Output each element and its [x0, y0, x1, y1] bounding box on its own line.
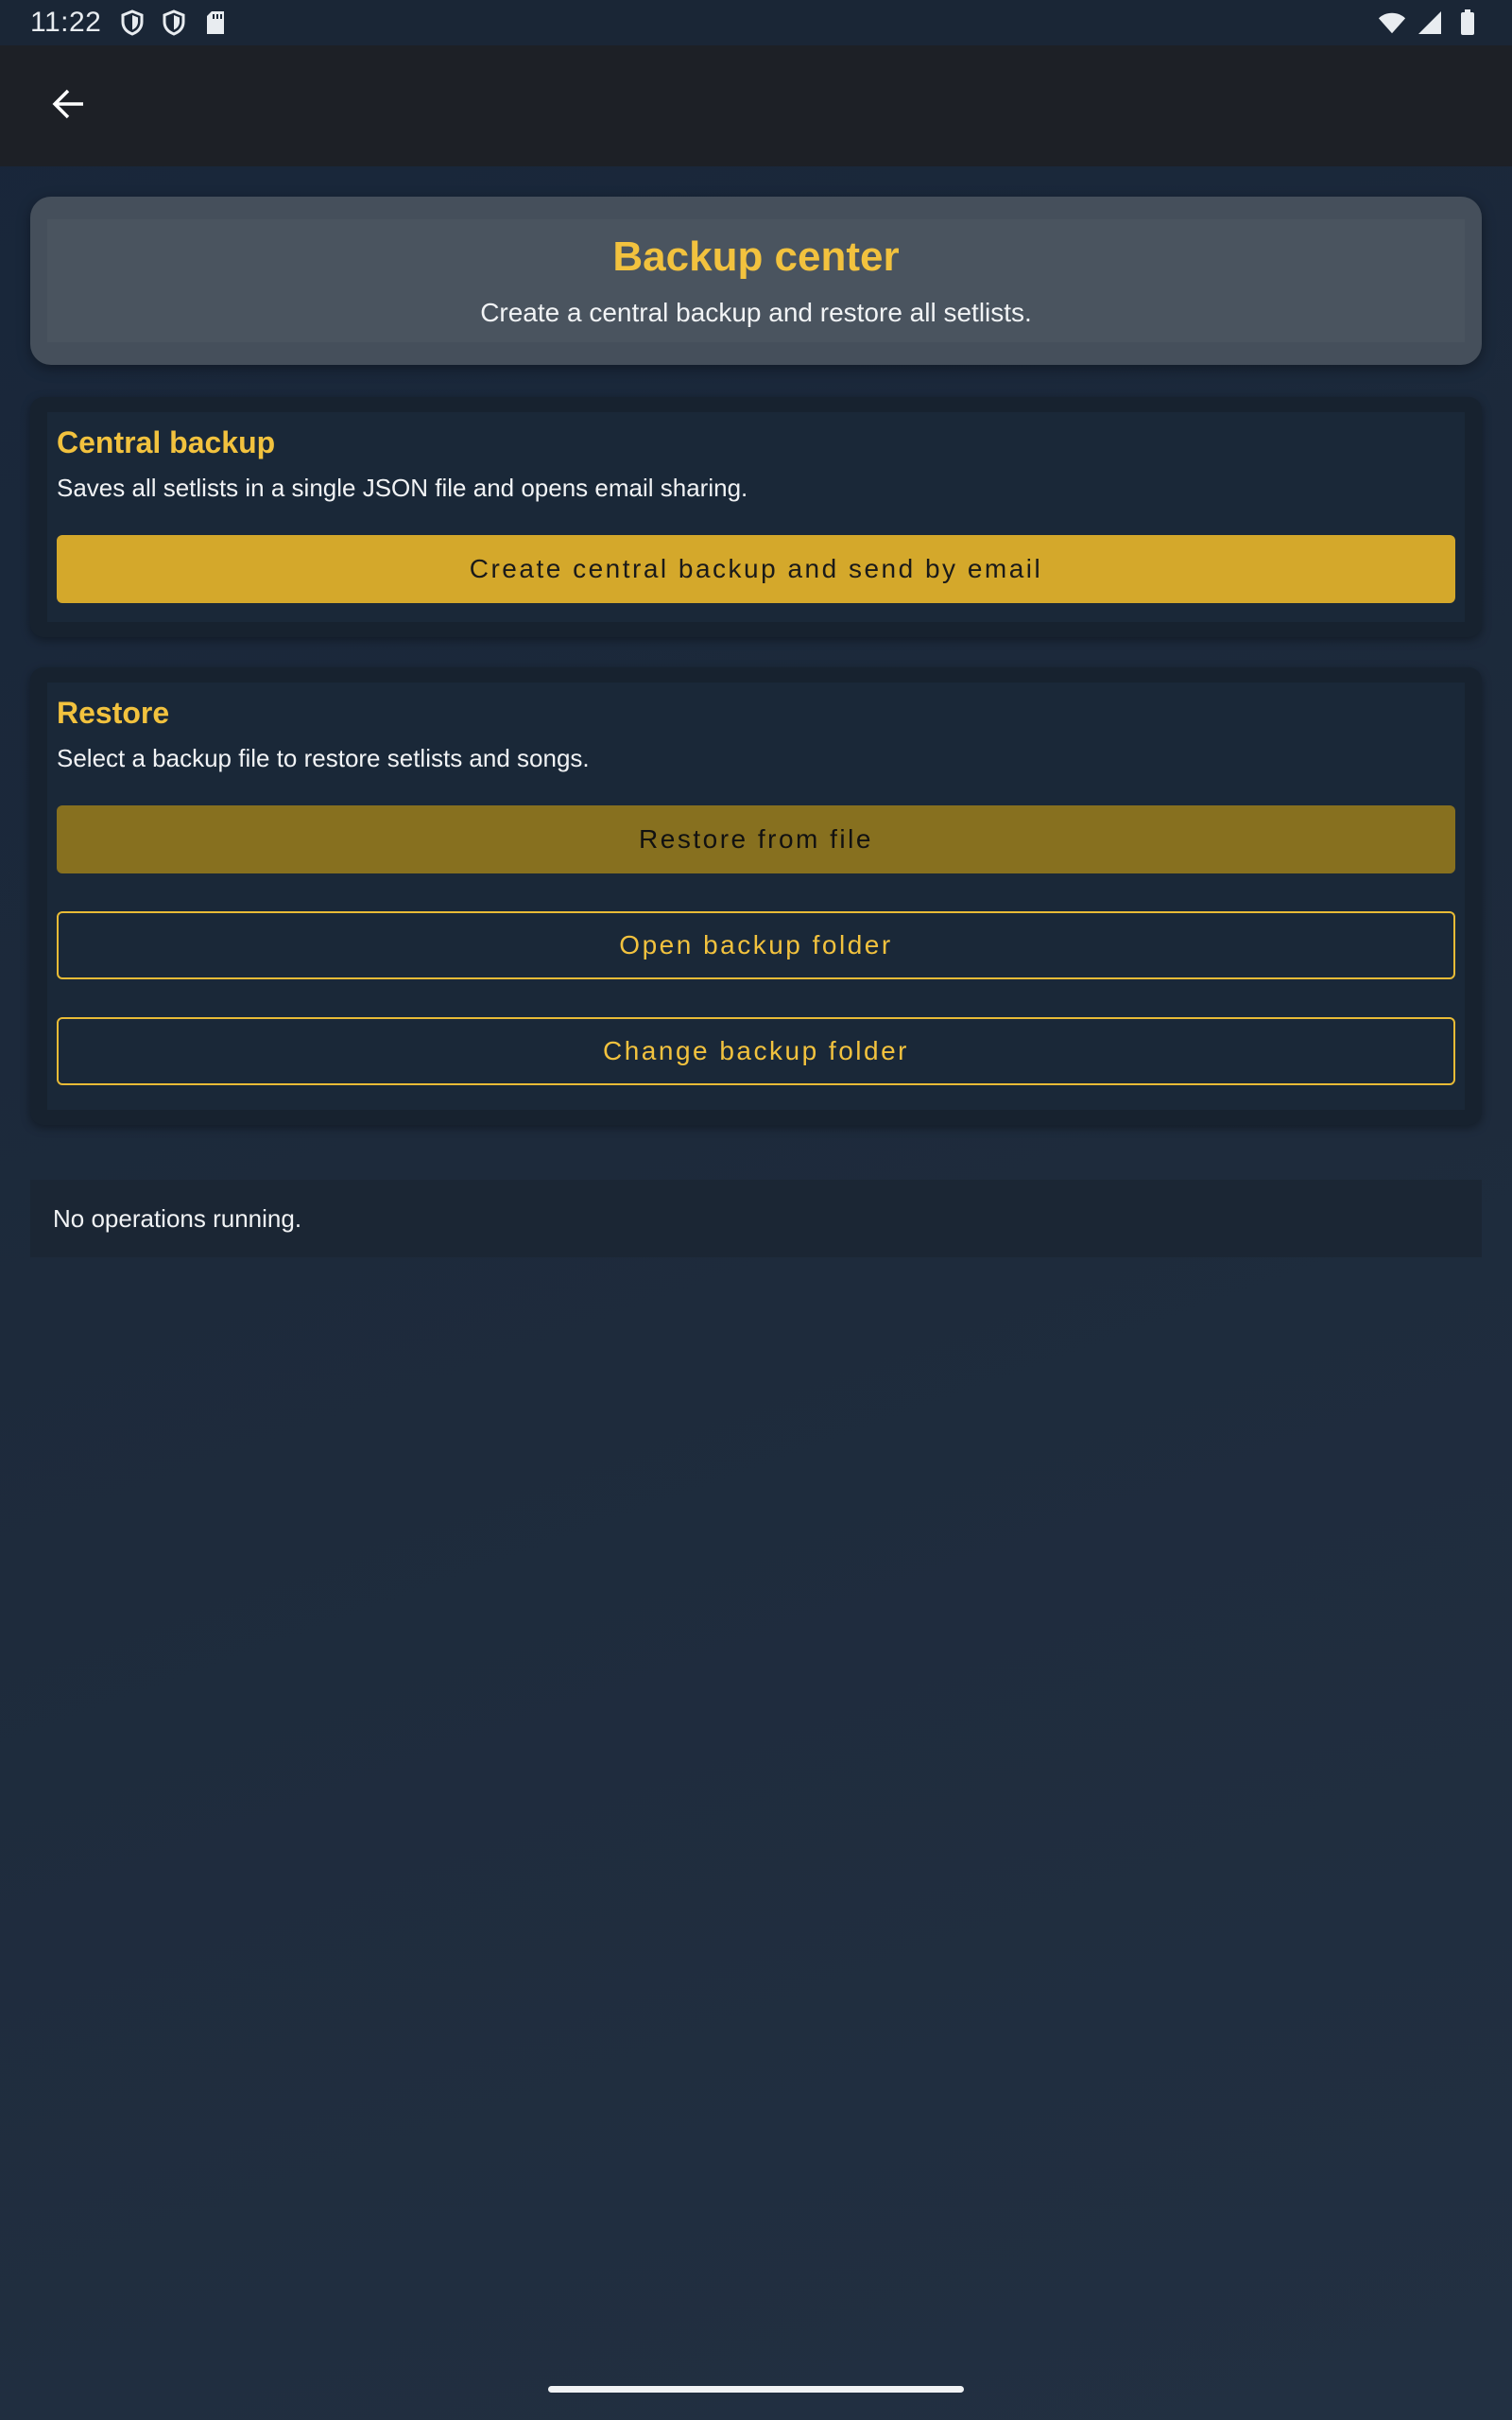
change-backup-folder-button[interactable]: Change backup folder: [57, 1017, 1455, 1085]
restore-card: Restore Select a backup file to restore …: [30, 667, 1482, 1125]
central-backup-title: Central backup: [57, 425, 276, 459]
header-inner: Backup center Create a central backup an…: [47, 219, 1465, 342]
restore-inner: Restore Select a backup file to restore …: [47, 683, 1465, 1110]
central-backup-inner: Central backup Saves all setlists in a s…: [47, 412, 1465, 622]
status-time: 11:22: [30, 7, 102, 38]
wifi-icon: [1378, 9, 1406, 37]
home-indicator[interactable]: [548, 2386, 964, 2393]
battery-icon: [1453, 9, 1482, 37]
restore-description: Select a backup file to restore setlists…: [57, 744, 590, 772]
header-card: Backup center Create a central backup an…: [30, 197, 1482, 365]
back-button[interactable]: [42, 79, 94, 132]
status-bar: 11:22: [0, 0, 1512, 45]
signal-icon: [1416, 9, 1444, 37]
app-bar: [0, 45, 1512, 166]
status-bar-right: [1378, 9, 1482, 37]
shield-icon: [160, 9, 188, 37]
operations-status: No operations running.: [30, 1180, 1482, 1257]
status-bar-left: 11:22: [30, 7, 230, 39]
central-backup-card: Central backup Saves all setlists in a s…: [30, 397, 1482, 637]
arrow-left-icon: [49, 85, 87, 128]
create-backup-button[interactable]: Create central backup and send by email: [57, 535, 1455, 603]
shield-icon: [118, 9, 146, 37]
page-subtitle: Create a central backup and restore all …: [480, 298, 1032, 327]
sd-card-icon: [201, 9, 230, 37]
page-title: Backup center: [612, 233, 900, 280]
central-backup-description: Saves all setlists in a single JSON file…: [57, 474, 748, 502]
restore-from-file-button[interactable]: Restore from file: [57, 805, 1455, 873]
open-backup-folder-button[interactable]: Open backup folder: [57, 911, 1455, 979]
restore-title: Restore: [57, 696, 170, 730]
